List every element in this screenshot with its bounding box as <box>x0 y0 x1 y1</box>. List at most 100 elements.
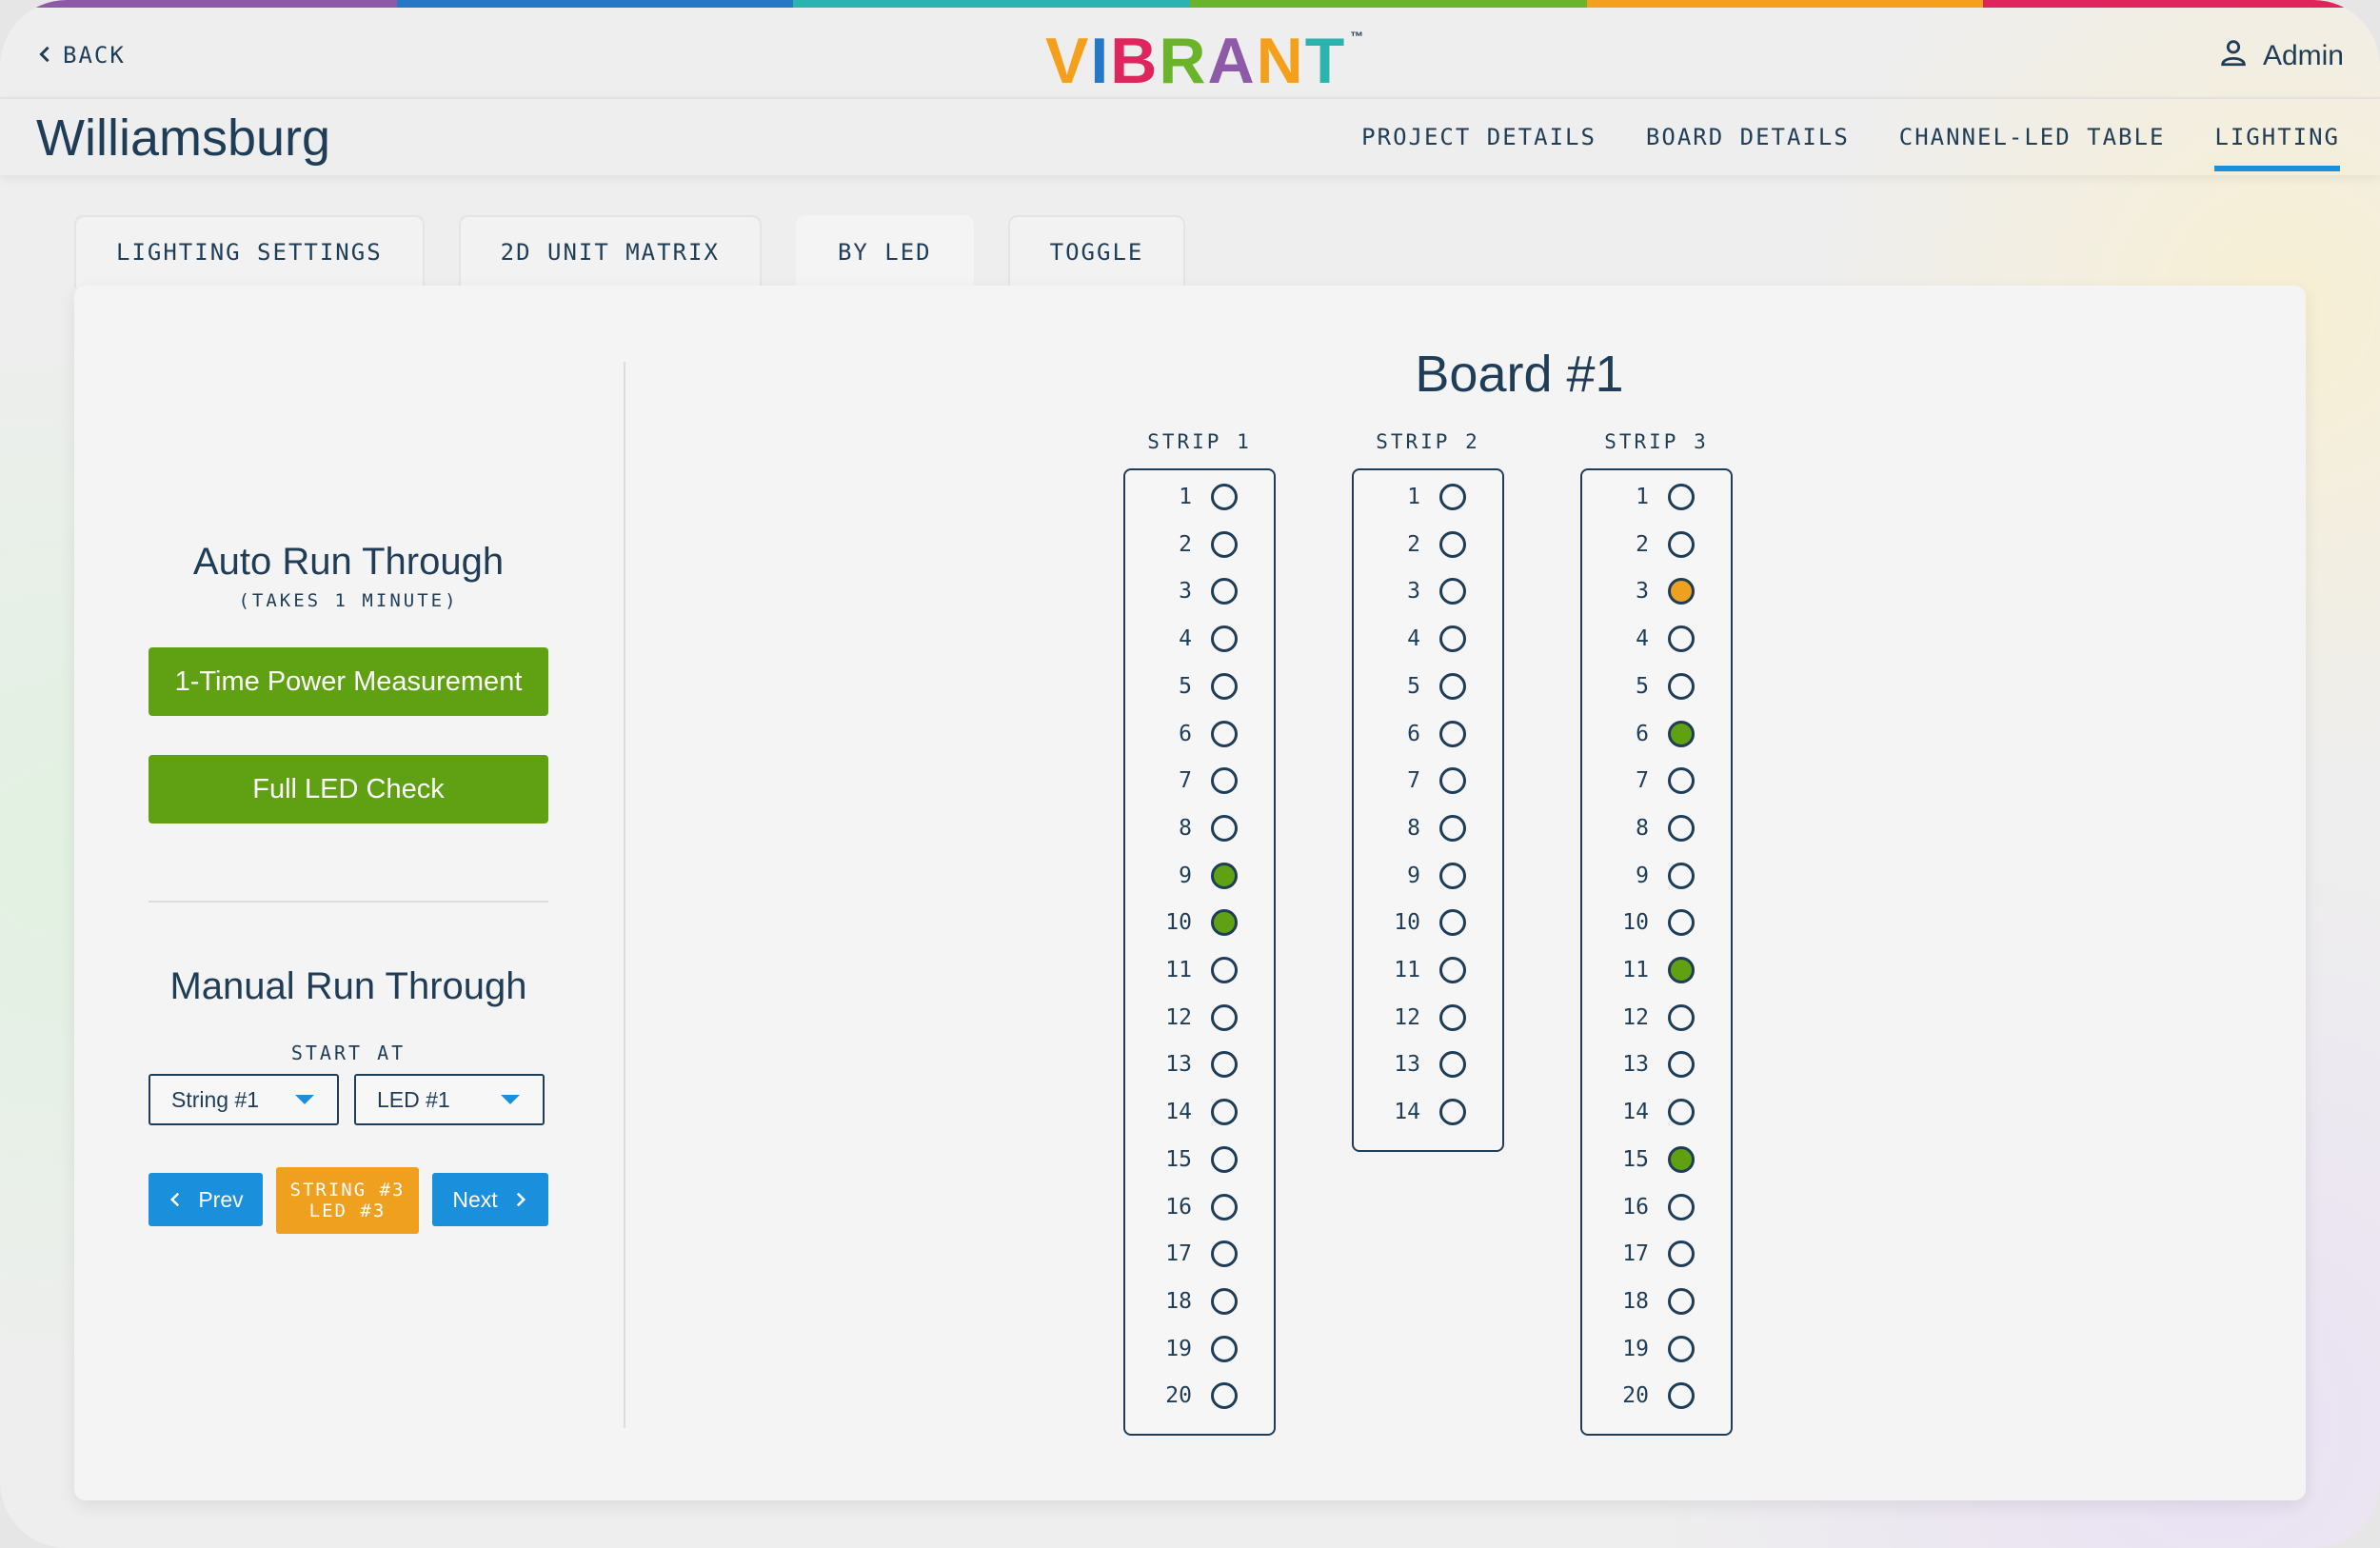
led-row: 9 <box>1354 861 1502 891</box>
tab-toggle[interactable]: TOGGLE <box>1007 215 1186 288</box>
led-number: 5 <box>1179 674 1192 699</box>
led-indicator[interactable] <box>1439 815 1466 842</box>
led-indicator[interactable] <box>1668 1336 1695 1362</box>
prev-label: Prev <box>198 1186 244 1212</box>
led-number: 3 <box>1407 579 1420 604</box>
logo-letter: A <box>1207 25 1257 97</box>
led-indicator[interactable] <box>1211 957 1238 983</box>
led-indicator[interactable] <box>1668 909 1695 936</box>
led-indicator[interactable] <box>1211 1099 1238 1125</box>
led-indicator[interactable] <box>1211 531 1238 558</box>
led-row: 10 <box>1582 907 1731 938</box>
led-indicator[interactable] <box>1439 767 1466 794</box>
led-number: 7 <box>1636 768 1649 793</box>
led-indicator[interactable] <box>1211 1051 1238 1078</box>
led-row: 5 <box>1354 671 1502 702</box>
led-indicator[interactable] <box>1668 578 1695 605</box>
led-indicator[interactable] <box>1668 1004 1695 1031</box>
led-indicator[interactable] <box>1439 721 1466 747</box>
led-indicator[interactable] <box>1211 1146 1238 1173</box>
tab-lighting-settings[interactable]: LIGHTING SETTINGS <box>74 215 425 288</box>
power-measurement-button[interactable]: 1-Time Power Measurement <box>149 647 548 716</box>
next-button[interactable]: Next <box>432 1173 548 1226</box>
current-string-label: STRING #3 <box>289 1180 406 1201</box>
manual-run-title: Manual Run Through <box>169 965 527 1007</box>
board-title: Board #1 <box>1415 346 1624 403</box>
led-indicator[interactable] <box>1211 767 1238 794</box>
led-number: 11 <box>1394 958 1420 982</box>
led-indicator[interactable] <box>1439 673 1466 700</box>
led-row: 9 <box>1125 861 1274 891</box>
string-select[interactable]: String #1 <box>149 1074 339 1125</box>
led-indicator[interactable] <box>1668 1099 1695 1125</box>
rainbow-bar <box>0 0 2380 8</box>
led-indicator[interactable] <box>1211 1336 1238 1362</box>
led-indicator[interactable] <box>1439 484 1466 510</box>
nav-board-details[interactable]: BOARD DETAILS <box>1646 116 1850 171</box>
led-indicator[interactable] <box>1668 484 1695 510</box>
led-number: 10 <box>1165 910 1192 935</box>
tab-2d-unit-matrix[interactable]: 2D UNIT MATRIX <box>458 215 762 288</box>
led-number: 8 <box>1179 816 1192 841</box>
led-indicator[interactable] <box>1668 1051 1695 1078</box>
led-indicator[interactable] <box>1211 815 1238 842</box>
led-indicator[interactable] <box>1211 1288 1238 1315</box>
nav-lighting[interactable]: LIGHTING <box>2214 116 2340 171</box>
led-indicator[interactable] <box>1439 1004 1466 1031</box>
led-indicator[interactable] <box>1668 1288 1695 1315</box>
nav-channel-led-table[interactable]: CHANNEL-LED TABLE <box>1899 116 2166 171</box>
led-indicator[interactable] <box>1668 673 1695 700</box>
led-indicator[interactable] <box>1211 484 1238 510</box>
led-number: 17 <box>1622 1241 1649 1266</box>
user-menu[interactable]: Admin <box>2217 36 2344 76</box>
led-indicator[interactable] <box>1211 578 1238 605</box>
led-indicator[interactable] <box>1211 1382 1238 1409</box>
nav-project-details[interactable]: PROJECT DETAILS <box>1361 116 1597 171</box>
led-indicator[interactable] <box>1211 1004 1238 1031</box>
back-button[interactable]: BACK <box>36 42 126 69</box>
led-row: 11 <box>1125 955 1274 985</box>
led-indicator[interactable] <box>1439 863 1466 889</box>
led-indicator[interactable] <box>1211 721 1238 747</box>
led-indicator[interactable] <box>1439 578 1466 605</box>
led-indicator[interactable] <box>1211 909 1238 936</box>
auto-run-subtitle: (TAKES 1 MINUTE) <box>238 590 459 611</box>
led-indicator[interactable] <box>1668 1382 1695 1409</box>
led-indicator[interactable] <box>1668 531 1695 558</box>
led-row: 14 <box>1582 1097 1731 1127</box>
led-number: 17 <box>1165 1241 1192 1266</box>
led-indicator[interactable] <box>1668 1240 1695 1267</box>
led-indicator[interactable] <box>1668 767 1695 794</box>
strip-label: STRIP 1 <box>1147 430 1252 453</box>
led-indicator[interactable] <box>1668 625 1695 652</box>
led-number: 10 <box>1622 910 1649 935</box>
led-indicator[interactable] <box>1211 863 1238 889</box>
led-indicator[interactable] <box>1211 1194 1238 1221</box>
led-indicator[interactable] <box>1439 909 1466 936</box>
led-row: 2 <box>1582 529 1731 560</box>
vibrant-logo: VIBRANT ™ <box>1045 27 1365 95</box>
led-indicator[interactable] <box>1668 957 1695 983</box>
led-indicator[interactable] <box>1668 721 1695 747</box>
led-number: 5 <box>1636 674 1649 699</box>
led-row: 5 <box>1125 671 1274 702</box>
led-indicator[interactable] <box>1668 863 1695 889</box>
led-indicator[interactable] <box>1439 625 1466 652</box>
led-indicator[interactable] <box>1668 1146 1695 1173</box>
led-number: 13 <box>1394 1052 1420 1077</box>
led-indicator[interactable] <box>1439 1099 1466 1125</box>
led-indicator[interactable] <box>1439 1051 1466 1078</box>
tab-by-led[interactable]: BY LED <box>795 215 974 288</box>
led-row: 10 <box>1125 907 1274 938</box>
full-led-check-button[interactable]: Full LED Check <box>149 755 548 824</box>
led-select[interactable]: LED #1 <box>354 1074 545 1125</box>
led-indicator[interactable] <box>1211 1240 1238 1267</box>
led-indicator[interactable] <box>1211 673 1238 700</box>
led-indicator[interactable] <box>1668 1194 1695 1221</box>
prev-button[interactable]: Prev <box>149 1173 263 1226</box>
project-title: Williamsburg <box>36 109 331 167</box>
led-indicator[interactable] <box>1211 625 1238 652</box>
led-indicator[interactable] <box>1668 815 1695 842</box>
led-indicator[interactable] <box>1439 531 1466 558</box>
led-indicator[interactable] <box>1439 957 1466 983</box>
